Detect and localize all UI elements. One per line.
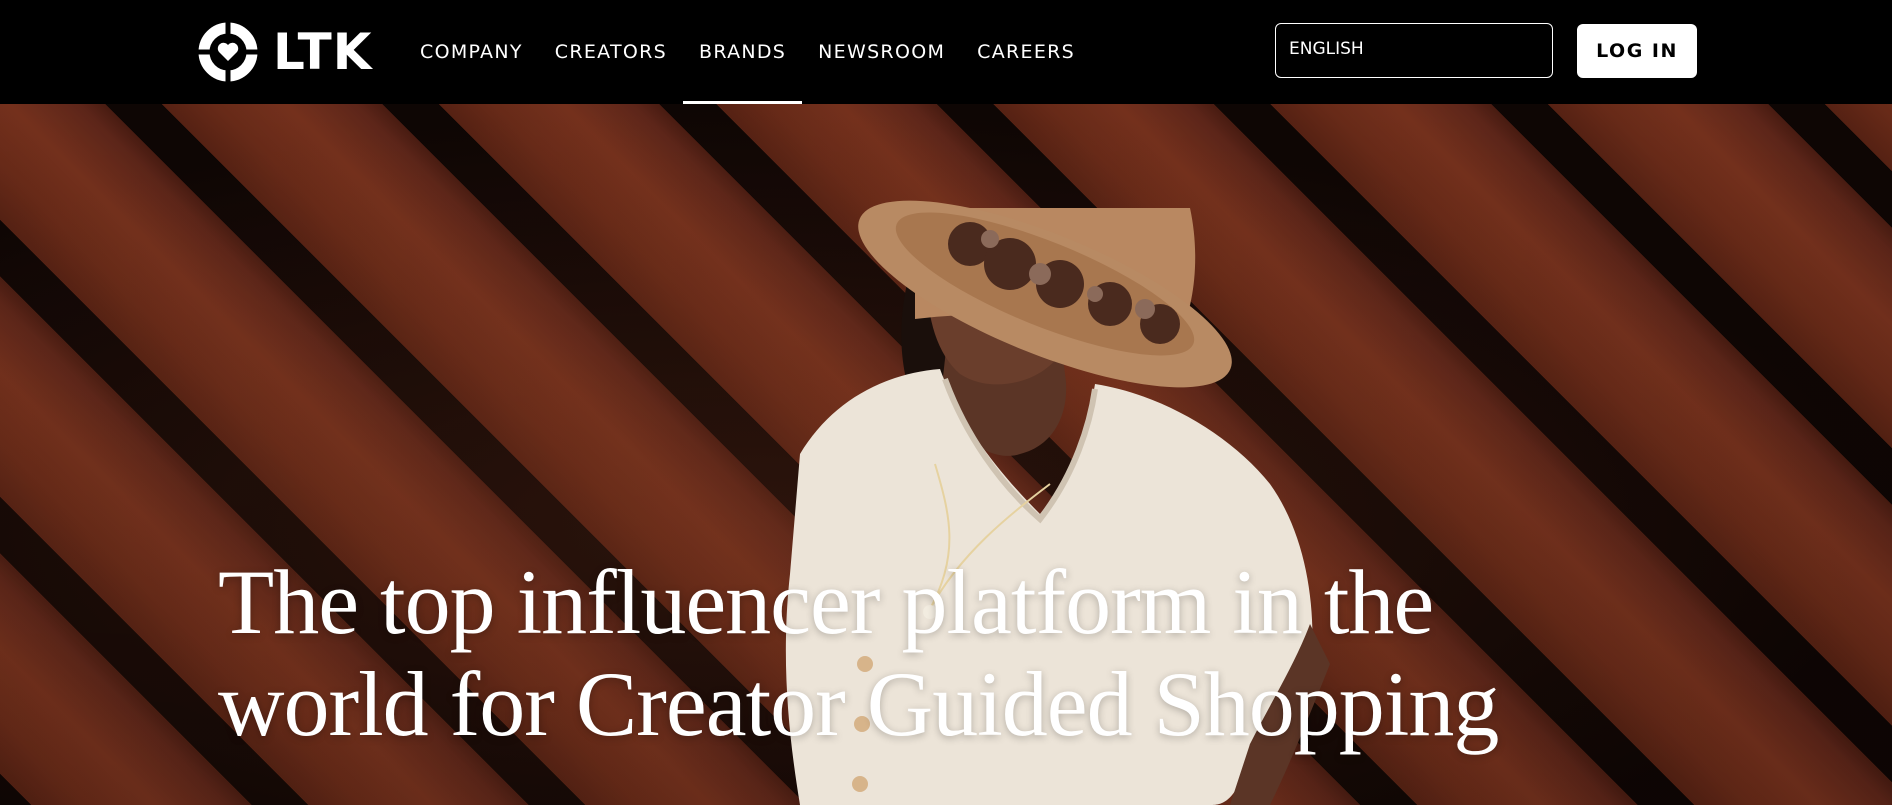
hero-headline-line-2: world for Creator Guided Shopping — [218, 653, 1499, 755]
top-navigation-bar: LTK COMPANY CREATORS BRANDS NEWSROOM CAR… — [0, 0, 1892, 104]
ltk-logo[interactable]: LTK — [197, 20, 372, 84]
nav-link-creators[interactable]: CREATORS — [539, 0, 683, 104]
nav-link-company[interactable]: COMPANY — [404, 0, 539, 104]
nav-link-newsroom[interactable]: NEWSROOM — [802, 0, 961, 104]
hero-section: The top influencer platform in the world… — [0, 104, 1892, 805]
main-nav: COMPANY CREATORS BRANDS NEWSROOM CAREERS — [404, 0, 1091, 104]
language-select-value: ENGLISH — [1289, 39, 1364, 59]
nav-link-careers[interactable]: CAREERS — [961, 0, 1091, 104]
hero-headline: The top influencer platform in the world… — [218, 551, 1618, 755]
ltk-heart-ring-icon — [197, 21, 259, 83]
hero-headline-line-1: The top influencer platform in the — [218, 551, 1434, 653]
logo-text: LTK — [273, 23, 373, 81]
nav-link-brands[interactable]: BRANDS — [683, 0, 803, 104]
language-select[interactable]: ENGLISH — [1275, 23, 1553, 78]
login-button[interactable]: LOG IN — [1577, 24, 1697, 78]
